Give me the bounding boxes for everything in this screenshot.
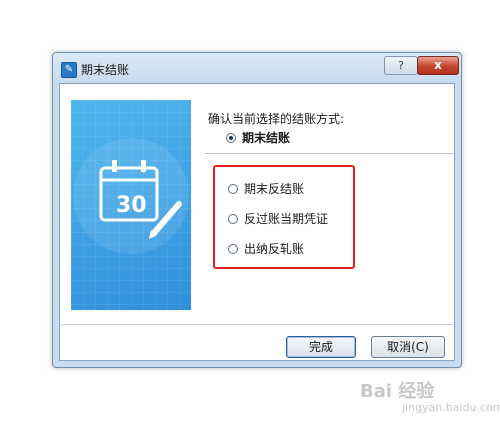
svg-text:30: 30 [116, 193, 147, 218]
dialog-body: 30 确认当前选择的结账方式: 期末结账 期末反结账 反过账当期凭证 出纳反轧账 [59, 83, 455, 361]
watermark-logo: Bai 经验 [360, 381, 435, 402]
window-title: 期末结账 [81, 63, 130, 77]
divider [205, 153, 454, 154]
cancel-button[interactable]: 取消(C) [371, 336, 445, 358]
red-highlight-box [213, 165, 355, 269]
option-label: 期末结账 [242, 131, 291, 145]
footer-divider [60, 324, 454, 325]
title-bar: ✎ 期末结账 ? x [53, 53, 461, 83]
app-icon: ✎ [61, 62, 77, 78]
finish-button[interactable]: 完成 [286, 336, 356, 358]
calendar-banner: 30 [71, 100, 191, 310]
help-button[interactable]: ? [384, 56, 418, 75]
close-method-prompt: 确认当前选择的结账方式: [208, 112, 345, 126]
watermark-url: jingyan.baidu.com [402, 401, 500, 414]
option-period-close[interactable]: 期末结账 [226, 129, 290, 146]
period-close-dialog: ✎ 期末结账 ? x 30 确认当前选择的结账方式: 期末结账 期末反结账 反过… [52, 52, 462, 368]
radio-checked-icon[interactable] [226, 132, 236, 143]
close-button[interactable]: x [417, 56, 459, 75]
calendar-pencil-icon: 30 [73, 138, 189, 254]
